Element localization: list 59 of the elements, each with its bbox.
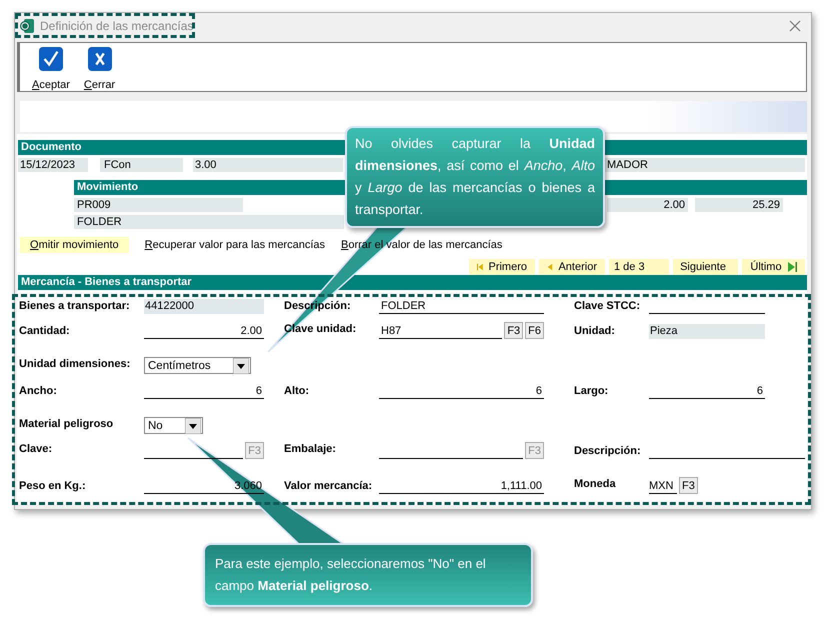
field-label: Unidad: xyxy=(574,324,616,337)
first-record-icon xyxy=(477,261,484,273)
input-field[interactable]: H87 xyxy=(379,324,502,339)
action-link[interactable]: Omitir movimiento xyxy=(20,237,129,253)
readonly-field: PR009 xyxy=(74,198,243,212)
close-icon[interactable] xyxy=(789,20,801,32)
prev-button[interactable]: Anterior xyxy=(539,259,605,275)
lookup-button[interactable]: F3 xyxy=(679,477,698,494)
field-label: Descripción: xyxy=(574,444,642,457)
dropdown-arrow-icon xyxy=(232,358,249,374)
action-link[interactable]: Recuperar valor para las mercancías xyxy=(144,237,326,253)
readonly-field: 44122000 xyxy=(144,299,264,314)
record-position: 1 de 3 xyxy=(609,259,669,275)
field-label: Bienes a transportar: xyxy=(19,299,131,312)
field-label: Clave STCC: xyxy=(574,299,642,312)
field-label: Material peligroso xyxy=(19,417,114,430)
input-field[interactable]: FOLDER xyxy=(379,299,544,314)
input-field[interactable]: 6 xyxy=(649,384,765,399)
left-triangle-icon xyxy=(547,261,554,273)
last-record-icon xyxy=(786,261,797,273)
lookup-button[interactable]: F3 xyxy=(504,322,524,339)
section-header: Mercancía - Bienes a transportar xyxy=(18,275,807,290)
field-label: Valor mercancía: xyxy=(284,479,374,492)
readonly-field: MADOR xyxy=(605,158,805,172)
x-icon xyxy=(86,47,113,71)
readonly-field: Pieza xyxy=(649,324,765,339)
readonly-field: 15/12/2023 xyxy=(18,158,88,172)
next-button[interactable]: Siguiente xyxy=(673,259,738,275)
field-label: Peso en Kg.: xyxy=(19,479,87,492)
input-field[interactable]: MXN xyxy=(649,479,677,494)
checkmark-icon xyxy=(38,47,64,71)
dropdown[interactable]: No xyxy=(144,417,203,434)
first-button[interactable]: Primero xyxy=(469,259,535,275)
input-field[interactable]: 2.00 xyxy=(144,324,264,339)
field-label: Clave: xyxy=(19,442,54,455)
dropdown-arrow-icon xyxy=(184,418,201,434)
app-icon xyxy=(19,18,35,34)
field-label: Unidad dimensiones: xyxy=(19,357,132,370)
lookup-button[interactable]: F6 xyxy=(525,322,544,339)
readonly-field: FOLDER xyxy=(74,215,344,229)
readonly-field: FCon xyxy=(100,158,183,172)
callout-text: Para este ejemplo, seleccionaremos "No" en el campo Material peligroso. xyxy=(215,555,487,595)
field-label: Largo: xyxy=(574,384,610,397)
input-field[interactable]: 6 xyxy=(379,384,544,399)
readonly-field: 25.29 xyxy=(695,198,783,212)
field-label: Ancho: xyxy=(19,384,58,397)
input-field[interactable]: 1,111.00 xyxy=(379,479,544,494)
window-title: Definición de las mercancías xyxy=(40,19,194,33)
readonly-field: 3.00 xyxy=(193,158,343,172)
accept-button[interactable]: Aceptar xyxy=(32,47,70,91)
field-label: Embalaje: xyxy=(284,442,337,455)
input-field[interactable]: 6 xyxy=(144,384,264,399)
dropdown[interactable]: Centímetros xyxy=(144,357,251,374)
last-button[interactable]: Último xyxy=(742,259,805,275)
readonly-field: 2.00 xyxy=(607,198,688,212)
field-label: Moneda xyxy=(574,477,617,490)
close-button[interactable]: Cerrar xyxy=(84,47,116,91)
field-label: Alto: xyxy=(284,384,310,397)
field-label: Cantidad: xyxy=(19,324,71,337)
